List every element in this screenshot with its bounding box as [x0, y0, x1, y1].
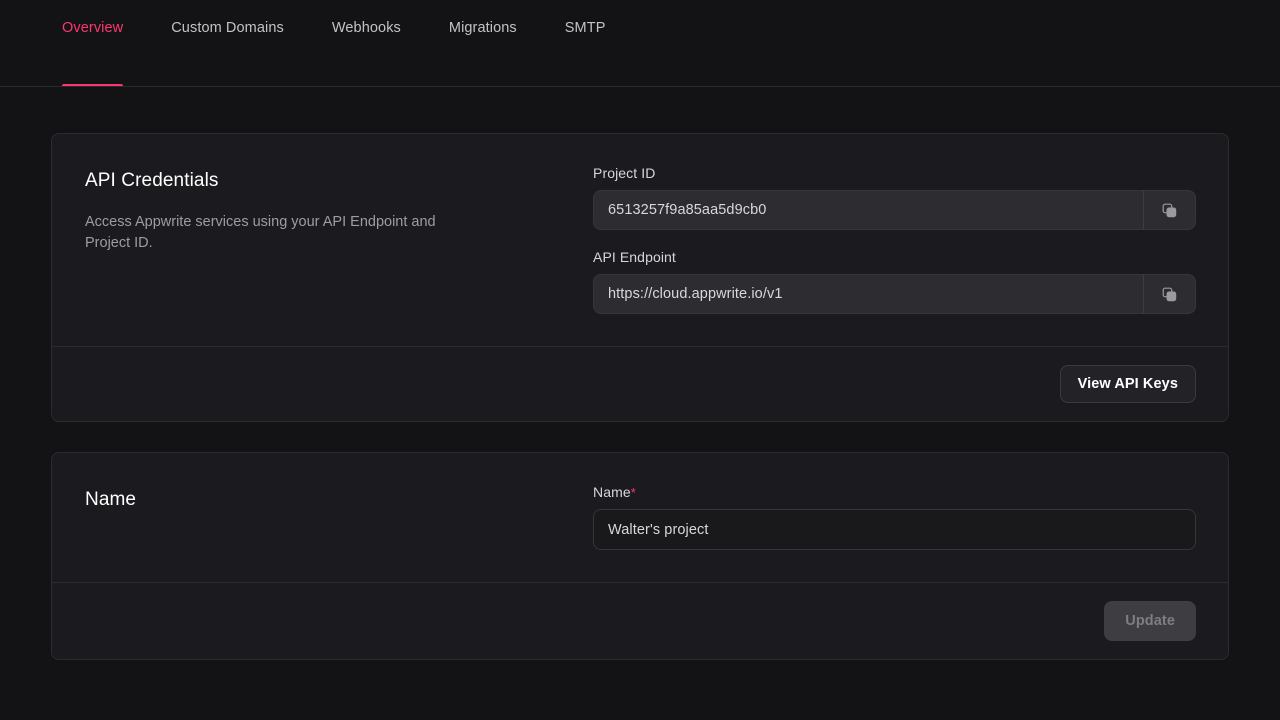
name-input[interactable]	[593, 509, 1196, 550]
name-label: Name*	[593, 484, 1196, 500]
api-credentials-info: API Credentials Access Appwrite services…	[85, 165, 593, 314]
tab-webhooks-label: Webhooks	[331, 19, 401, 36]
project-name-info: Name	[85, 484, 593, 550]
copy-api-endpoint-button[interactable]	[1143, 275, 1195, 313]
tab-migrations[interactable]: Migrations	[425, 0, 541, 86]
project-name-fields: Name*	[593, 484, 1196, 550]
view-api-keys-button[interactable]: View API Keys	[1059, 365, 1196, 403]
api-credentials-title: API Credentials	[85, 170, 219, 191]
tabs: Overview Custom Domains Webhooks Migrati…	[51, 0, 629, 86]
tab-migrations-label: Migrations	[448, 19, 517, 36]
api-credentials-fields: Project ID 6513257f9a85aa5d9cb0 API Endp…	[593, 165, 1196, 314]
tab-overview[interactable]: Overview	[51, 0, 147, 86]
project-id-label: Project ID	[593, 165, 656, 181]
api-endpoint-label: API Endpoint	[593, 249, 676, 265]
project-name-title: Name	[85, 489, 137, 510]
tab-smtp-label: SMTP	[564, 19, 606, 36]
project-id-value[interactable]: 6513257f9a85aa5d9cb0	[594, 202, 1143, 218]
api-credentials-body: API Credentials Access Appwrite services…	[52, 134, 1228, 346]
name-label-text: Name	[593, 484, 631, 500]
copy-icon	[1161, 202, 1178, 219]
settings-page: API Credentials Access Appwrite services…	[0, 87, 1280, 660]
api-credentials-description: Access Appwrite services using your API …	[85, 214, 436, 252]
copy-project-id-button[interactable]	[1143, 191, 1195, 229]
tab-overview-label: Overview	[62, 19, 124, 36]
api-endpoint-field: API Endpoint https://cloud.appwrite.io/v…	[593, 249, 1196, 314]
api-endpoint-value[interactable]: https://cloud.appwrite.io/v1	[594, 286, 1143, 302]
project-id-field: Project ID 6513257f9a85aa5d9cb0	[593, 165, 1196, 230]
project-name-footer: Update	[52, 582, 1228, 659]
api-credentials-card: API Credentials Access Appwrite services…	[51, 133, 1229, 422]
tab-webhooks[interactable]: Webhooks	[308, 0, 425, 86]
api-credentials-footer: View API Keys	[52, 346, 1228, 421]
name-field: Name*	[593, 484, 1196, 550]
tab-smtp[interactable]: SMTP	[541, 0, 630, 86]
project-id-input-group: 6513257f9a85aa5d9cb0	[593, 190, 1196, 230]
tab-custom-domains-label: Custom Domains	[171, 19, 284, 36]
tab-custom-domains[interactable]: Custom Domains	[147, 0, 308, 86]
api-endpoint-input-group: https://cloud.appwrite.io/v1	[593, 274, 1196, 314]
copy-icon	[1161, 286, 1178, 303]
project-name-card: Name Name* Update	[51, 452, 1229, 660]
required-marker: *	[630, 485, 636, 500]
update-button[interactable]: Update	[1104, 601, 1196, 641]
project-tab-bar: Overview Custom Domains Webhooks Migrati…	[0, 0, 1280, 87]
project-name-body: Name Name*	[52, 453, 1228, 582]
